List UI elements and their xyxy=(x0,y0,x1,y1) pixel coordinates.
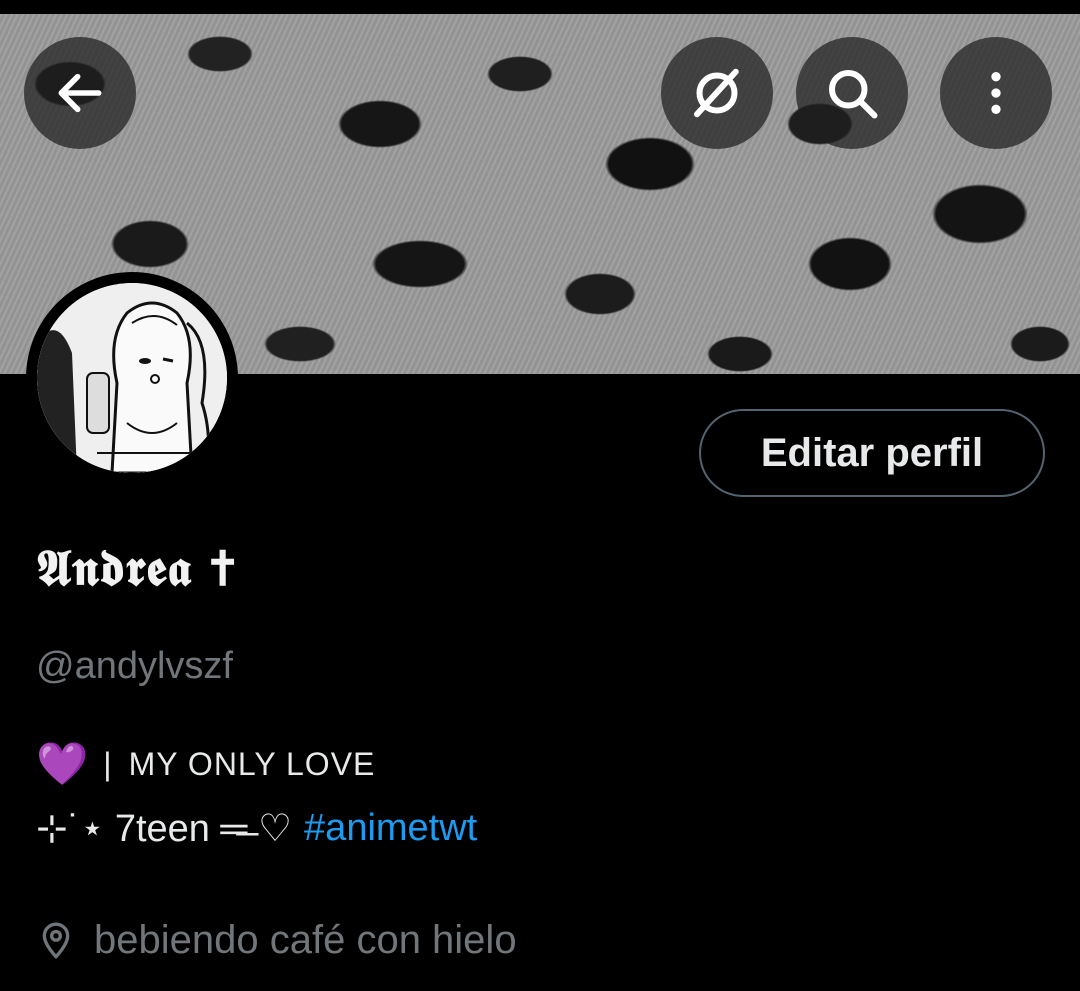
grok-icon xyxy=(694,68,739,118)
avatar-image xyxy=(37,283,227,473)
bio-text: MY ONLY LOVE xyxy=(128,745,376,782)
location-text: bebiendo café con hielo xyxy=(94,917,517,962)
location-pin-icon xyxy=(42,922,70,960)
bio-line-1: 💜 | MY ONLY LOVE xyxy=(36,736,375,792)
search-icon xyxy=(829,70,878,119)
back-button[interactable] xyxy=(24,37,136,149)
display-name: 𝕬𝖓𝖉𝖗𝖊𝖆 ✝ xyxy=(36,538,237,597)
grok-button[interactable] xyxy=(661,37,773,149)
bio-line-2: ⊹˙⋆ 7teen ═̶̶ ♡ #animetwt xyxy=(36,800,477,856)
profile-handle: @andylvszf xyxy=(36,645,233,687)
more-options-button[interactable] xyxy=(940,37,1052,149)
search-button[interactable] xyxy=(796,37,908,149)
arrow-left-icon xyxy=(58,73,102,113)
purple-heart-emoji: 💜 xyxy=(36,739,90,787)
profile-avatar[interactable] xyxy=(26,272,238,484)
edit-profile-button[interactable]: Editar perfil xyxy=(699,409,1045,497)
bio-separator: | xyxy=(103,745,113,782)
hashtag-link[interactable]: #animetwt xyxy=(304,807,477,850)
more-vertical-icon xyxy=(991,72,1001,114)
profile-location: bebiendo café con hielo xyxy=(36,910,517,970)
bio-text-2: ⊹˙⋆ 7teen ═̶̶ ♡ xyxy=(36,807,293,850)
